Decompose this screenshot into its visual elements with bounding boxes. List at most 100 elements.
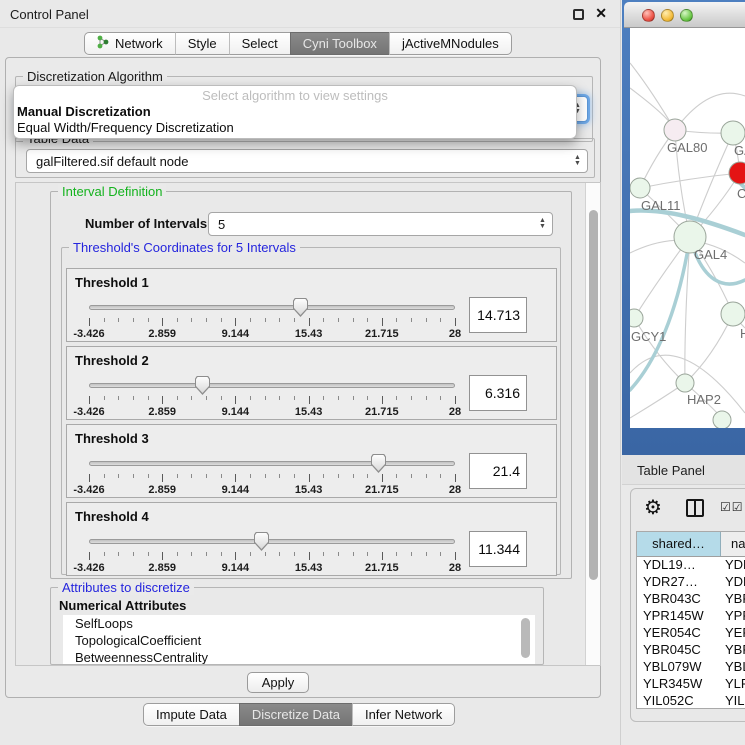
close-traffic-light[interactable]	[642, 9, 655, 22]
checkboxes-icon[interactable]: ☑☑	[720, 500, 744, 514]
tab-style[interactable]: Style	[175, 32, 229, 55]
panel-title: Control Panel	[10, 7, 89, 22]
network-node-ga[interactable]	[721, 121, 745, 145]
dropdown-option-equal-width-frequency-discretization[interactable]: Equal Width/Frequency Discretization	[14, 120, 576, 136]
network-window: GAL80GACGAL11GAL4GCY1HHAP2	[622, 0, 745, 455]
scrollbar-thumb[interactable]	[589, 210, 598, 580]
table-panel-titlebar: Table Panel	[622, 455, 745, 485]
network-node-gal80[interactable]	[664, 119, 686, 141]
stepper-icon: ▲▼	[536, 218, 549, 230]
threshold-1-slider: -3.4262.8599.14415.4321.71528	[89, 297, 455, 341]
network-canvas[interactable]: GAL80GACGAL11GAL4GCY1HHAP2	[630, 28, 745, 428]
column-header-name[interactable]: na	[721, 532, 745, 556]
tab-jactivemnodules[interactable]: jActiveMNodules	[389, 32, 512, 55]
cell-name: YDR2	[721, 574, 745, 591]
control-panel-titlebar: Control Panel ✕	[0, 0, 620, 28]
network-node[interactable]	[713, 411, 731, 428]
cell-shared-name: YBR045C	[637, 642, 721, 659]
attribute-item-selfloops[interactable]: SelfLoops	[63, 615, 535, 632]
control-panel: Control Panel ✕ Network Style SelectCyni T…	[0, 0, 621, 745]
group-title: Threshold's Coordinates for 5 Intervals	[69, 240, 300, 255]
tab-label: jActiveMNodules	[402, 36, 499, 51]
cell-shared-name: YPR145W	[637, 608, 721, 625]
table-row[interactable]: YIL052CYIL0	[637, 693, 745, 709]
columns-icon[interactable]	[686, 499, 704, 517]
slider-track[interactable]	[89, 305, 455, 310]
table-row[interactable]: YBL079WYBL0	[637, 659, 745, 676]
slider-track[interactable]	[89, 383, 455, 388]
table-row[interactable]: YDL19…YDL1	[637, 557, 745, 574]
tab-label: Network	[115, 36, 163, 51]
attribute-item-topologicalcoefficient[interactable]: TopologicalCoefficient	[63, 632, 535, 649]
tab-cyni-toolbox[interactable]: Cyni Toolbox	[290, 32, 389, 55]
network-node-hap2[interactable]	[676, 374, 694, 392]
group-title: Attributes to discretize	[58, 580, 194, 595]
slider-thumb[interactable]	[371, 454, 386, 473]
top-tab-bar: Network Style SelectCyni Toolbox jActiveMNo…	[84, 32, 512, 55]
number-of-intervals-label: Number of Intervals	[85, 216, 207, 231]
apply-button[interactable]: Apply	[247, 672, 309, 693]
table-row[interactable]: YBR045CYBR0	[637, 642, 745, 659]
slider-ticks	[89, 396, 455, 404]
slider-thumb[interactable]	[293, 298, 308, 317]
minimize-traffic-light[interactable]	[661, 9, 674, 22]
attribute-item-betweennesscentrality[interactable]: BetweennessCentrality	[63, 649, 535, 664]
table-row[interactable]: YBR043CYBR0	[637, 591, 745, 608]
threshold-value-field[interactable]: 11.344	[469, 531, 527, 567]
cell-name: YDL1	[721, 557, 745, 574]
threshold-value-field[interactable]: 21.4	[469, 453, 527, 489]
slider-track[interactable]	[89, 461, 455, 466]
close-icon[interactable]: ✕	[595, 5, 607, 22]
node-label: C	[737, 186, 745, 201]
dropdown-option-manual-discretization[interactable]: Manual Discretization	[14, 104, 576, 120]
tab-impute-data[interactable]: Impute Data	[143, 703, 239, 726]
node-label: HAP2	[687, 392, 721, 407]
cell-shared-name: YBR043C	[637, 591, 721, 608]
scrollbar-track[interactable]	[585, 183, 600, 665]
tab-infer-network[interactable]: Infer Network	[352, 703, 455, 726]
tab-select[interactable]: Select	[229, 32, 290, 55]
table-row[interactable]: YLR345WYLR3	[637, 676, 745, 693]
network-node-c[interactable]	[729, 162, 745, 184]
stepper-icon: ▲▼	[571, 155, 584, 167]
list-scrollbar-thumb[interactable]	[521, 618, 530, 658]
network-node-gcy1[interactable]	[630, 309, 643, 327]
node-label: GA	[734, 143, 745, 158]
column-header-shared-name[interactable]: shared…	[637, 532, 721, 556]
thresholds-group: Threshold's Coordinates for 5 Intervals …	[61, 247, 561, 575]
dropdown-options: Manual DiscretizationEqual Width/Frequen…	[14, 104, 576, 136]
threshold-2-panel: Threshold 2-3.4262.8599.14415.4321.71528…	[66, 346, 557, 420]
table-row[interactable]: YPR145WYPR1	[637, 608, 745, 625]
network-node-gal11[interactable]	[630, 178, 650, 198]
threshold-1-panel: Threshold 1-3.4262.8599.14415.4321.71528…	[66, 268, 557, 342]
threshold-value-field[interactable]: 14.713	[469, 297, 527, 333]
slider-ticks	[89, 552, 455, 560]
gear-icon[interactable]: ⚙	[644, 495, 662, 520]
node-label: GAL4	[694, 247, 727, 262]
threshold-label: Threshold 2	[75, 353, 149, 368]
group-title: Interval Definition	[58, 184, 166, 199]
threshold-3-slider: -3.4262.8599.14415.4321.71528	[89, 453, 455, 497]
interval-definition-group: Interval Definition Number of Intervals …	[50, 191, 572, 579]
number-of-intervals-select[interactable]: 5 ▲▼	[208, 212, 553, 236]
cell-name: YIL0	[721, 693, 745, 709]
table-row[interactable]: YDR27…YDR2	[637, 574, 745, 591]
slider-thumb[interactable]	[254, 532, 269, 551]
float-window-icon[interactable]	[573, 9, 584, 20]
table-data-select[interactable]: galFiltered.sif default node ▲▼	[26, 149, 588, 173]
cell-shared-name: YLR345W	[637, 676, 721, 693]
threshold-value-field[interactable]: 6.316	[469, 375, 527, 411]
settings-scrollpane: Interval Definition Number of Intervals …	[15, 182, 601, 666]
table-rows: YDL19…YDL1YDR27…YDR2YBR043CYBR0YPR145WYP…	[637, 557, 745, 709]
numerical-attributes-list[interactable]: SelfLoopsTopologicalCoefficientBetweenne…	[63, 615, 535, 664]
network-node-h[interactable]	[721, 302, 745, 326]
tab-label: Impute Data	[156, 707, 227, 722]
slider-thumb[interactable]	[195, 376, 210, 395]
tab-network[interactable]: Network	[84, 32, 175, 55]
tab-label: Style	[188, 36, 217, 51]
slider-track[interactable]	[89, 539, 455, 544]
tab-discretize-data[interactable]: Discretize Data	[239, 703, 352, 726]
zoom-traffic-light[interactable]	[680, 9, 693, 22]
cell-name: YBL0	[721, 659, 745, 676]
table-row[interactable]: YER054CYER0	[637, 625, 745, 642]
